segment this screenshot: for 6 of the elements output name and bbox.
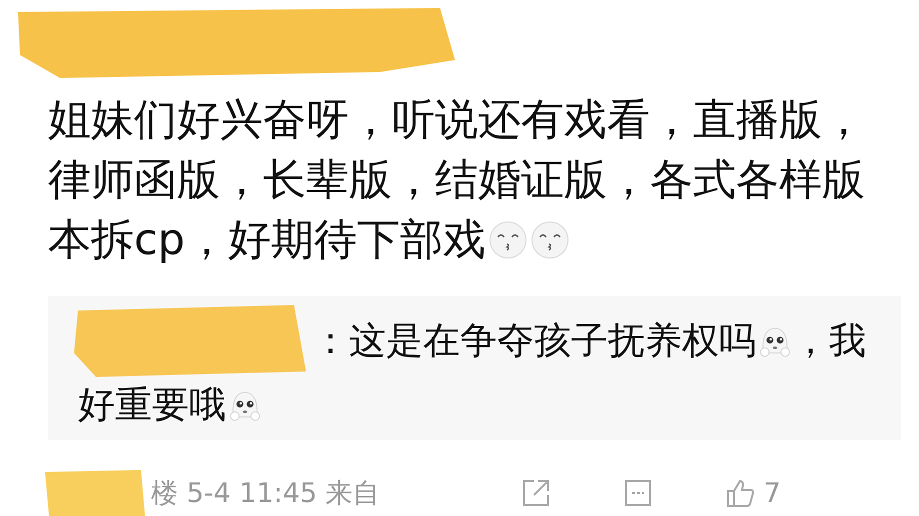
reply-box: ：这是在争夺孩子抚养权吗 ，我 好重要哦 bbox=[48, 296, 901, 440]
like-count: 7 bbox=[764, 478, 781, 508]
kiss-emoji-icon bbox=[488, 220, 528, 260]
kiss-emoji-icon bbox=[530, 220, 570, 260]
comment-meta: 楼 5-4 11:45 来自 bbox=[151, 477, 380, 511]
comment-text: 姐妹们好兴奋呀，听说还有戏看，直播版， 律师函版，长辈版，结婚证版，各式各样版 本拆cp，好期待下部戏 bbox=[47, 94, 866, 267]
